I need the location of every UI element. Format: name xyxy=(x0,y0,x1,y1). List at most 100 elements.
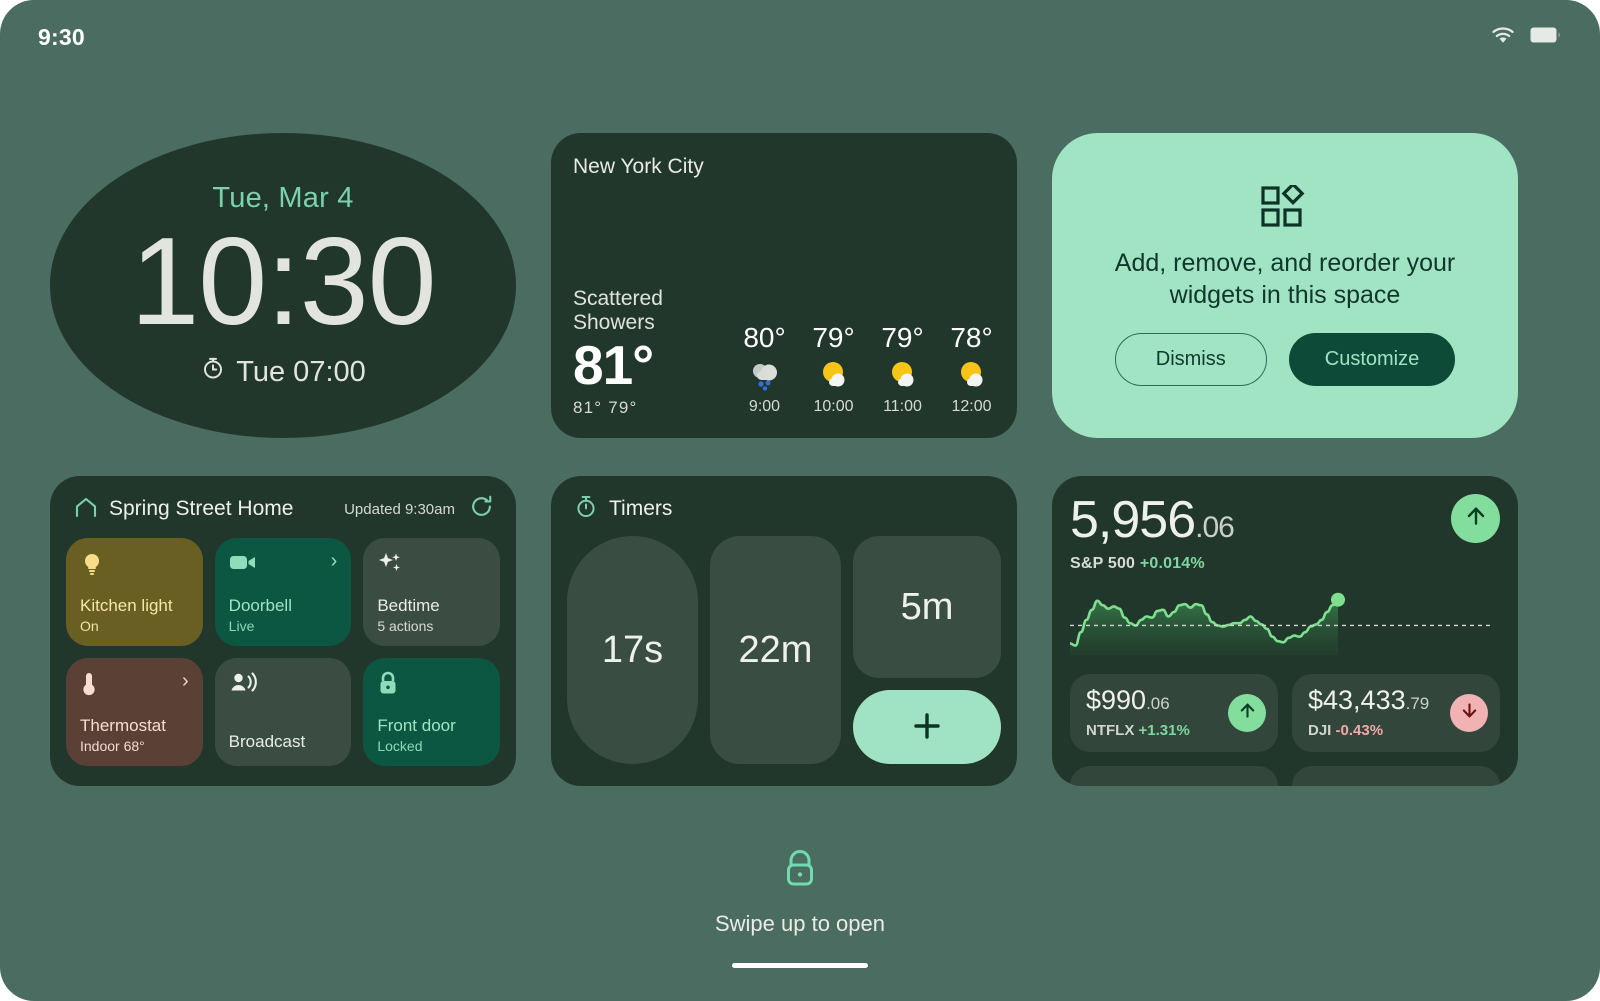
stock-card[interactable]: $43,433.79 DJI -0.43% xyxy=(1292,674,1500,752)
forecast-time: 12:00 xyxy=(951,398,992,415)
forecast-temp: 79° xyxy=(881,322,924,353)
timers-header: Timers xyxy=(567,494,1001,524)
broadcast-icon xyxy=(229,671,257,702)
timers-list: 17s 22m 5m xyxy=(567,536,1001,764)
sun-behind-cloud-icon xyxy=(817,358,851,392)
weather-city: New York City xyxy=(573,155,704,178)
stocks-index-label: S&P 500 +0.014% xyxy=(1070,555,1234,573)
stocks-sparkline-chart xyxy=(1068,583,1500,660)
stock-symbol-row: NTFLX +1.31% xyxy=(1086,722,1190,739)
stock-card[interactable] xyxy=(1292,766,1500,786)
timer-tile[interactable]: 22m xyxy=(710,536,841,764)
home-tile-bedtime[interactable]: Bedtime 5 actions xyxy=(363,538,501,646)
add-timer-button[interactable] xyxy=(853,690,1001,764)
home-tile-thermostat[interactable]: › Thermostat Indoor 68° xyxy=(66,658,203,766)
timers-widget: Timers 17s 22m 5m xyxy=(551,476,1017,786)
stock-card-text: $990.06 NTFLX +1.31% xyxy=(1086,687,1190,740)
battery-icon xyxy=(1530,26,1562,49)
sparkle-icon xyxy=(377,551,403,582)
stocks-index-block: 5,956.06 S&P 500 +0.014% xyxy=(1070,491,1235,573)
home-tile-row: › Thermostat Indoor 68° Broadcast Front … xyxy=(66,658,501,766)
timer-tile[interactable]: 5m xyxy=(853,536,1001,678)
index-cents: .06 xyxy=(1195,511,1235,544)
dismiss-button[interactable]: Dismiss xyxy=(1114,333,1267,386)
home-tile-broadcast[interactable]: Broadcast xyxy=(214,658,352,766)
tile-name: Thermostat xyxy=(80,716,166,736)
stock-card-text: $43,433.79 DJI -0.43% xyxy=(1308,687,1429,740)
stocks-index-header: 5,956.06 S&P 500 +0.014% xyxy=(1070,494,1500,573)
customize-message: Add, remove, and reorder your widgets in… xyxy=(1114,249,1456,309)
home-tile-row: Kitchen light On › Doorbell Live Bedtime… xyxy=(66,538,501,646)
stock-price: $990.06 xyxy=(1086,687,1190,714)
forecast-temp: 79° xyxy=(812,322,855,353)
stock-direction-badge xyxy=(1450,694,1488,732)
home-tile-front-door[interactable]: Front door Locked xyxy=(363,658,501,766)
forecast-hour: 79° 11:00 xyxy=(879,322,926,416)
index-name: S&P 500 xyxy=(1070,555,1136,572)
lock-icon xyxy=(782,848,818,895)
arrow-down-icon xyxy=(1459,700,1480,726)
forecast-hour: 79° 10:00 xyxy=(810,322,857,416)
weather-widget[interactable]: New York City Scattered Showers 81° 81° … xyxy=(551,133,1017,438)
weather-high-low: 81° 79° xyxy=(573,398,638,417)
tile-name: Kitchen light xyxy=(80,596,173,616)
forecast-time: 10:00 xyxy=(813,398,854,415)
lock-icon xyxy=(377,671,399,702)
home-title: Spring Street Home xyxy=(109,497,294,520)
stock-card[interactable]: $990.06 NTFLX +1.31% xyxy=(1070,674,1278,752)
forecast-temp: 78° xyxy=(950,322,993,353)
tile-name: Bedtime xyxy=(377,596,440,616)
home-indicator[interactable] xyxy=(732,963,868,968)
plus-icon xyxy=(912,711,942,744)
index-whole: 5,956 xyxy=(1070,491,1196,549)
weather-condition: Scattered Showers xyxy=(573,287,663,335)
forecast-hour: 80° 9:00 xyxy=(741,322,788,416)
home-tile-kitchen-light[interactable]: Kitchen light On xyxy=(66,538,203,646)
stock-symbol-row: DJI -0.43% xyxy=(1308,722,1429,739)
customize-button[interactable]: Customize xyxy=(1288,333,1456,386)
home-tile-doorbell[interactable]: › Doorbell Live xyxy=(214,538,352,646)
clock-time: 10:30 xyxy=(130,212,436,351)
forecast-time: 11:00 xyxy=(883,398,922,415)
forecast-hour: 78° 12:00 xyxy=(948,322,995,416)
lightbulb-icon xyxy=(80,551,104,582)
weather-temperature: 81° xyxy=(573,334,654,397)
swipe-up-label: Swipe up to open xyxy=(714,911,886,936)
widget-grid: Tue, Mar 4 10:30 Tue 07:00 New York City… xyxy=(50,133,1520,786)
timers-title: Timers xyxy=(609,497,673,520)
tile-name: Front door xyxy=(377,716,456,736)
widget-row-bottom: Spring Street Home Updated 9:30am Kitche… xyxy=(50,476,1520,786)
wifi-icon xyxy=(1490,25,1516,50)
tile-state: Live xyxy=(228,618,255,634)
forecast-temp: 80° xyxy=(743,322,786,353)
alarm-icon xyxy=(200,355,226,389)
home-updated-label: Updated 9:30am xyxy=(344,500,455,518)
stocks-index-value: 5,956.06 xyxy=(1070,491,1235,549)
home-icon xyxy=(74,496,98,523)
tile-name: Doorbell xyxy=(228,596,292,616)
status-icons-group xyxy=(1490,25,1562,50)
tile-state: Indoor 68° xyxy=(80,738,145,754)
clock-widget[interactable]: Tue, Mar 4 10:30 Tue 07:00 xyxy=(50,133,516,438)
weather-current: Scattered Showers 81° 81° 79° xyxy=(573,287,741,418)
stock-price-cents: .79 xyxy=(1405,694,1430,713)
widget-row-top: Tue, Mar 4 10:30 Tue 07:00 New York City… xyxy=(50,133,1520,438)
tile-chevron: › xyxy=(330,550,338,572)
home-widget-header: Spring Street Home Updated 9:30am xyxy=(66,494,500,524)
stock-card[interactable] xyxy=(1070,766,1278,786)
rain-cloud-icon xyxy=(748,358,782,392)
clock-date: Tue, Mar 4 xyxy=(212,181,354,214)
stock-price-whole: $990 xyxy=(1086,685,1147,715)
stopwatch-icon xyxy=(574,494,598,524)
tile-state: Locked xyxy=(377,738,423,754)
tile-state: 5 actions xyxy=(377,618,434,634)
index-change: +0.014% xyxy=(1139,555,1205,572)
refresh-icon[interactable] xyxy=(469,494,494,524)
stock-direction-badge xyxy=(1228,694,1266,732)
stock-price: $43,433.79 xyxy=(1308,687,1429,714)
stock-cards-row: $990.06 NTFLX +1.31% $43,433.79 DJI -0.4… xyxy=(1070,674,1500,752)
lock-screen: 9:30 Tue, Mar 4 10:30 Tue 07:00 New York… xyxy=(0,0,1600,1001)
sun-behind-cloud-icon xyxy=(886,358,920,392)
tile-name: Broadcast xyxy=(228,732,306,752)
timer-tile[interactable]: 17s xyxy=(567,536,698,764)
